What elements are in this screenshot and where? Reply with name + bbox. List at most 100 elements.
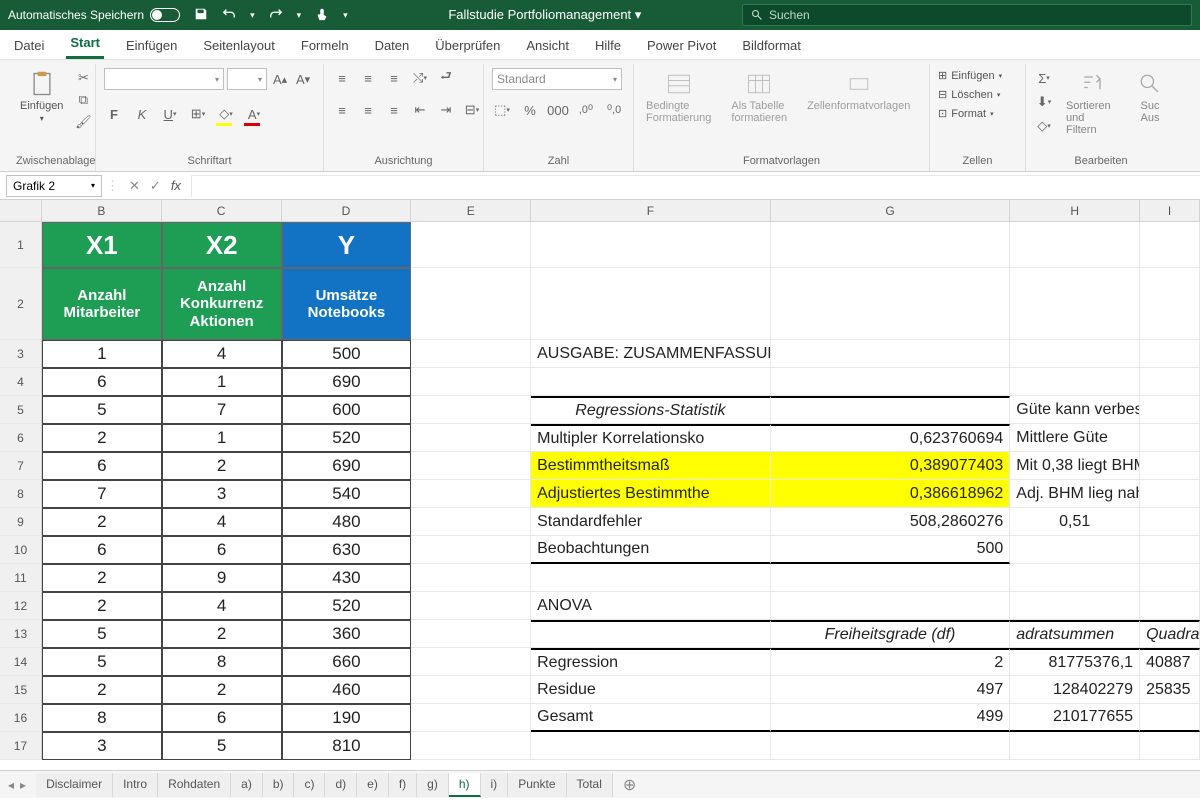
cell[interactable]	[411, 564, 531, 592]
cell[interactable]: 0,386618962	[771, 480, 1011, 508]
cell[interactable]: Residue	[531, 676, 771, 704]
row-header[interactable]: 15	[0, 676, 42, 704]
formula-input[interactable]	[191, 175, 1200, 197]
col-header-I[interactable]: I	[1140, 200, 1200, 222]
cell[interactable]: 0,623760694	[771, 424, 1011, 452]
cut-icon[interactable]: ✂	[73, 68, 93, 88]
cell[interactable]: 540	[282, 480, 412, 508]
font-size-dropdown[interactable]: ▾	[227, 68, 267, 90]
italic-button[interactable]: K	[132, 104, 152, 124]
cell[interactable]	[411, 508, 531, 536]
cell[interactable]: Adjustiertes Bestimmthe	[531, 480, 771, 508]
sheet-tab[interactable]: i)	[481, 773, 509, 797]
ribbon-tab-seitenlayout[interactable]: Seitenlayout	[199, 32, 279, 59]
delete-cells-button[interactable]: ⊟Löschen ▾	[938, 87, 1000, 102]
row-header[interactable]: 17	[0, 732, 42, 760]
cell[interactable]: 0,51	[1010, 508, 1140, 536]
cell[interactable]: 25835	[1140, 676, 1200, 704]
enter-formula-icon[interactable]: ✓	[150, 178, 161, 194]
cell[interactable]: Mit 0,38 liegt BHM/r²	[1010, 452, 1140, 480]
number-format-dropdown[interactable]: Standard▾	[492, 68, 622, 90]
copy-icon[interactable]: ⧉	[73, 90, 93, 110]
font-color-button[interactable]: A ▾	[244, 104, 264, 124]
cell[interactable]	[1010, 536, 1140, 564]
decrease-font-icon[interactable]: A▾	[293, 69, 313, 89]
cell[interactable]: Standardfehler	[531, 508, 771, 536]
cell[interactable]	[771, 396, 1011, 424]
cell[interactable]: 210177655	[1010, 704, 1140, 732]
cell[interactable]	[531, 564, 771, 592]
cell[interactable]	[1010, 732, 1140, 760]
ribbon-tab-start[interactable]: Start	[66, 29, 104, 59]
align-right-icon[interactable]: ≡	[384, 100, 404, 120]
name-box[interactable]: Grafik 2▾	[6, 175, 102, 197]
cell[interactable]	[1140, 368, 1200, 396]
cell[interactable]	[411, 732, 531, 760]
cell[interactable]: 81775376,1	[1010, 648, 1140, 676]
cell[interactable]: 7	[162, 396, 282, 424]
cell[interactable]: 508,2860276	[771, 508, 1011, 536]
border-button[interactable]: ⊞ ▾	[188, 104, 208, 124]
toggle-off-icon[interactable]	[150, 8, 180, 22]
currency-icon[interactable]: ⬚ ▾	[492, 100, 512, 120]
sheet-tab[interactable]: e)	[357, 773, 389, 797]
cell[interactable]: 2	[42, 592, 162, 620]
row-header[interactable]: 3	[0, 340, 42, 368]
format-painter-icon[interactable]: 🖌	[73, 112, 93, 132]
cell[interactable]: X1	[42, 222, 162, 268]
sheet-tab[interactable]: Rohdaten	[158, 773, 231, 797]
row-header[interactable]: 14	[0, 648, 42, 676]
sheet-tab[interactable]: Disclaimer	[36, 773, 113, 797]
cell[interactable]	[1140, 592, 1200, 620]
indent-inc-icon[interactable]: ⇥	[436, 100, 456, 120]
row-header[interactable]: 10	[0, 536, 42, 564]
cell[interactable]	[1010, 592, 1140, 620]
cell[interactable]	[1010, 368, 1140, 396]
spreadsheet-grid[interactable]: BCDEFGHI 1X1X2Y2Anzahl MitarbeiterAnzahl…	[0, 200, 1200, 770]
cell[interactable]: 5	[42, 620, 162, 648]
align-middle-icon[interactable]: ≡	[358, 68, 378, 88]
cell[interactable]: 3	[162, 480, 282, 508]
sheet-tab[interactable]: f)	[389, 773, 417, 797]
cell[interactable]: 500	[771, 536, 1011, 564]
cell[interactable]: 190	[282, 704, 412, 732]
cell[interactable]	[771, 368, 1011, 396]
cell[interactable]	[411, 704, 531, 732]
merge-icon[interactable]: ⊟ ▾	[462, 100, 482, 120]
cell[interactable]: Umsätze Notebooks	[282, 268, 412, 340]
col-header-C[interactable]: C	[162, 200, 282, 222]
cell[interactable]	[1140, 396, 1200, 424]
orientation-icon[interactable]: ⤭ ▾	[410, 68, 430, 88]
sheet-tab[interactable]: Total	[567, 773, 613, 797]
col-header-G[interactable]: G	[771, 200, 1011, 222]
cell[interactable]: 1	[162, 424, 282, 452]
thousands-icon[interactable]: 000	[548, 100, 568, 120]
bold-button[interactable]: F	[104, 104, 124, 124]
sort-filter-button[interactable]: Sortieren und Filtern	[1062, 68, 1124, 138]
cell[interactable]: 430	[282, 564, 412, 592]
ribbon-tab-formeln[interactable]: Formeln	[297, 32, 353, 59]
cell[interactable]: 2	[771, 648, 1011, 676]
row-header[interactable]: 6	[0, 424, 42, 452]
cell[interactable]	[411, 368, 531, 396]
ribbon-tab-überprüfen[interactable]: Überprüfen	[431, 32, 504, 59]
search-box[interactable]: Suchen	[742, 4, 1192, 26]
format-cells-button[interactable]: ⊡Format ▾	[938, 106, 994, 121]
sheet-tab[interactable]: g)	[417, 773, 449, 797]
cell[interactable]	[411, 452, 531, 480]
align-bottom-icon[interactable]: ≡	[384, 68, 404, 88]
cell[interactable]: X2	[162, 222, 282, 268]
cell[interactable]	[1140, 536, 1200, 564]
cell[interactable]: 5	[42, 648, 162, 676]
cell[interactable]	[411, 396, 531, 424]
cell[interactable]: 499	[771, 704, 1011, 732]
cell[interactable]: 2	[162, 620, 282, 648]
cell[interactable]: 4	[162, 508, 282, 536]
sheet-tab[interactable]: d)	[325, 773, 357, 797]
row-header[interactable]: 5	[0, 396, 42, 424]
col-header-B[interactable]: B	[42, 200, 162, 222]
cell[interactable]: 0,389077403	[771, 452, 1011, 480]
row-header[interactable]: 9	[0, 508, 42, 536]
row-header[interactable]: 7	[0, 452, 42, 480]
cell[interactable]: 520	[282, 592, 412, 620]
